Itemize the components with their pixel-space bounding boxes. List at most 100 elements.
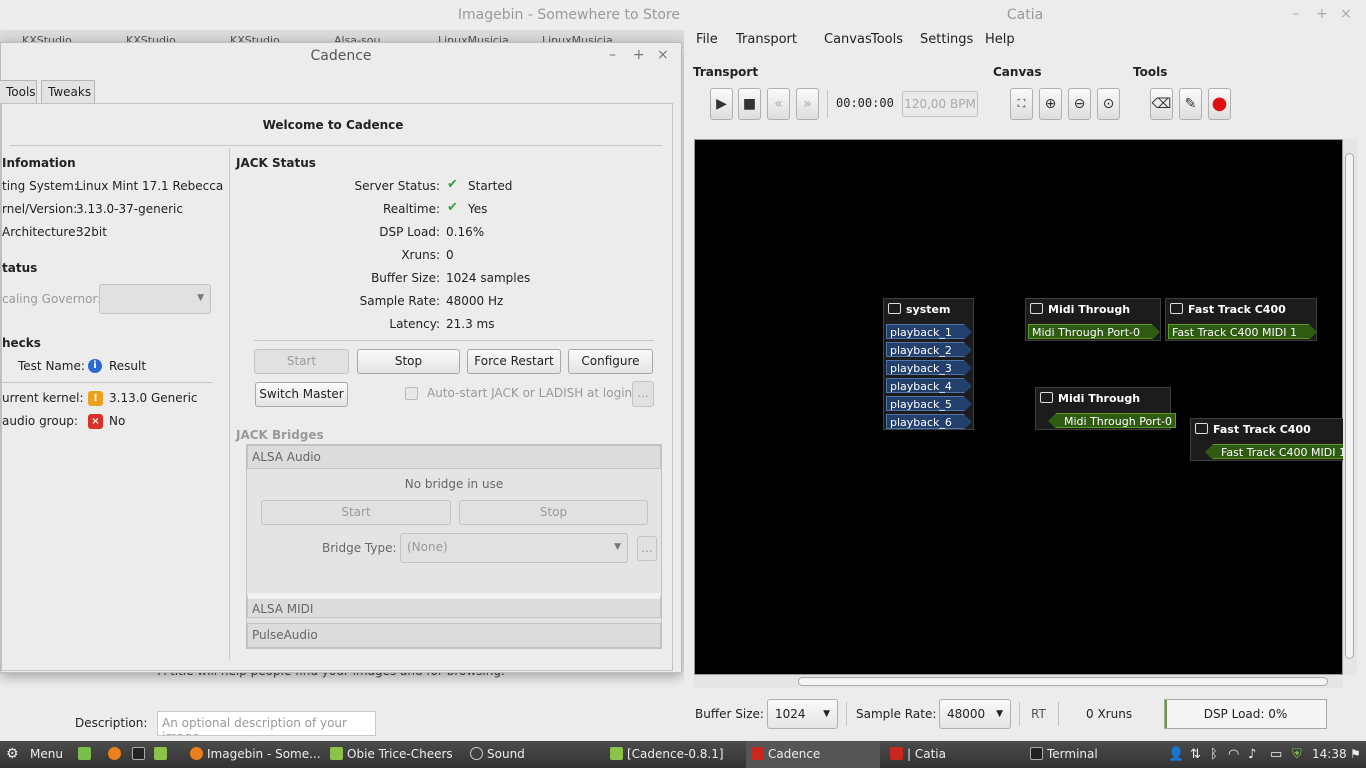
node-system[interactable]: system playback_1 playback_2 playback_3 … [883, 298, 974, 430]
separator [846, 702, 847, 726]
play-icon[interactable]: ▶ [710, 88, 733, 120]
menu-tools[interactable]: Tools [871, 31, 903, 49]
chevron-down-icon: ▼ [197, 293, 204, 303]
horizontal-scrollbar[interactable] [694, 675, 1343, 688]
maximize-icon[interactable]: + [633, 47, 645, 63]
sample-rate-select[interactable]: 48000 ▼ [939, 699, 1011, 729]
port-playback[interactable]: playback_6 [886, 414, 972, 430]
wifi-icon[interactable]: ◠ [1228, 741, 1239, 768]
taskbar-item[interactable]: Obie Trice-Cheers [330, 741, 460, 768]
scroll-thumb[interactable] [798, 677, 1328, 686]
bridge-type-select[interactable]: (None) ▼ [400, 533, 628, 563]
start-menu-button[interactable]: Menu [30, 741, 63, 768]
node-fast-track-in[interactable]: Fast Track C400 Fast Track C400 MIDI 1 [1190, 418, 1350, 461]
audio-node-icon [888, 303, 901, 314]
node-midi-through-out[interactable]: Midi Through Midi Through Port-0 [1025, 298, 1161, 341]
jack-status-heading: JACK Status [236, 156, 316, 170]
bridge-more-button[interactable]: ... [637, 536, 657, 561]
rewind-icon[interactable]: « [767, 88, 790, 120]
error-icon: × [88, 414, 103, 429]
dsp-load-bar: DSP Load: 0% [1164, 699, 1327, 729]
node-fast-track-out[interactable]: Fast Track C400 Fast Track C400 MIDI 1 [1165, 298, 1317, 341]
taskbar-item[interactable]: Imagebin - Some... [190, 741, 320, 768]
bridge-stop-button[interactable]: Stop [459, 500, 648, 525]
switch-master-button[interactable]: Switch Master [255, 382, 348, 407]
vertical-scrollbar[interactable] [1343, 139, 1357, 675]
node-midi-through-in[interactable]: Midi Through Midi Through Port-0 [1035, 387, 1176, 430]
description-input[interactable]: An optional description of your image [157, 711, 376, 736]
node-title: Fast Track C400 [1188, 303, 1286, 316]
user-icon[interactable]: 👤 [1168, 741, 1184, 768]
buffer-size-select[interactable]: 1024 ▼ [767, 699, 838, 729]
terminal-icon[interactable] [132, 741, 149, 768]
buffer-size-label: Buffer Size: [371, 271, 440, 285]
bridge-start-button[interactable]: Start [261, 500, 451, 525]
menu-file[interactable]: File [696, 31, 718, 49]
zoom-reset-icon[interactable]: ⊙ [1097, 88, 1120, 120]
taskbar-item[interactable]: Sound [470, 741, 600, 768]
checkmark-icon: ✔ [447, 177, 458, 192]
tab-tweaks[interactable]: Tweaks [41, 80, 95, 104]
minimize-icon[interactable]: – [609, 47, 616, 63]
menu-help[interactable]: Help [985, 31, 1015, 49]
taskbar-item[interactable]: [Cadence-0.8.1] [610, 741, 740, 768]
port-midi-out[interactable]: Fast Track C400 MIDI 1 [1168, 324, 1317, 340]
scroll-thumb[interactable] [1345, 153, 1354, 659]
gear-icon[interactable]: ⚙ [6, 741, 19, 768]
jack-stop-button[interactable]: Stop [357, 349, 460, 374]
zoom-in-icon[interactable]: ⊕ [1039, 88, 1062, 120]
zoom-fit-icon[interactable]: ⛶ [1010, 88, 1033, 120]
port-midi-in[interactable]: Midi Through Port-0 [1048, 413, 1176, 429]
taskbar-item-active[interactable]: Cadence [746, 741, 880, 768]
port-playback[interactable]: playback_2 [886, 342, 972, 358]
close-icon[interactable]: × [657, 47, 669, 63]
taskbar-item-label: Terminal [1047, 747, 1098, 761]
minimize-icon[interactable]: – [1292, 6, 1299, 22]
menu-canvas[interactable]: Canvas [824, 31, 872, 49]
firefox-icon[interactable] [108, 741, 125, 768]
taskbar-item[interactable]: | Catia [890, 741, 1020, 768]
configure-button[interactable]: Configure [568, 349, 653, 374]
notification-icon[interactable]: ⚑ [1350, 741, 1361, 768]
stop-icon[interactable]: ■ [738, 88, 761, 120]
bpm-field[interactable]: 120,00 BPM [902, 91, 978, 117]
midi-node-icon [1195, 423, 1208, 434]
autostart-more-button[interactable]: ... [632, 381, 654, 407]
autostart-checkbox[interactable] [405, 387, 418, 400]
menu-settings[interactable]: Settings [920, 31, 973, 49]
port-playback[interactable]: playback_4 [886, 378, 972, 394]
port-midi-in[interactable]: Fast Track C400 MIDI 1 [1205, 444, 1350, 460]
network-icon[interactable]: ⇅ [1190, 741, 1201, 768]
system-info-heading: Infomation [2, 156, 76, 170]
scaling-governor-select[interactable]: ▼ [99, 284, 211, 314]
record-icon[interactable]: ● [1208, 88, 1231, 120]
alsa-midi-section[interactable]: ALSA MIDI [247, 593, 661, 618]
clear-xruns-icon[interactable]: ⌫ [1150, 88, 1173, 120]
port-midi-out[interactable]: Midi Through Port-0 [1028, 324, 1160, 340]
folder-icon[interactable] [154, 741, 171, 768]
close-icon[interactable]: × [1340, 6, 1352, 22]
zoom-out-icon[interactable]: ⊖ [1068, 88, 1091, 120]
pulseaudio-section[interactable]: PulseAudio [247, 623, 661, 648]
shield-icon[interactable]: ⛨ [1292, 741, 1302, 768]
alsa-audio-section[interactable]: ALSA Audio [247, 445, 661, 469]
divider [2, 382, 212, 383]
maximize-icon[interactable]: + [1316, 6, 1328, 22]
fast-forward-icon[interactable]: » [796, 88, 819, 120]
port-playback[interactable]: playback_3 [886, 360, 972, 376]
patchbay-canvas[interactable]: system playback_1 playback_2 playback_3 … [694, 139, 1350, 675]
volume-icon[interactable]: ♪ [1248, 741, 1256, 768]
configure-icon[interactable]: ✎ [1179, 88, 1202, 120]
info-label: ting System: [2, 179, 78, 193]
port-playback[interactable]: playback_1 [886, 324, 972, 340]
clock[interactable]: 14:38 [1312, 741, 1347, 768]
tab-tools[interactable]: Tools [0, 80, 37, 104]
taskbar-item[interactable]: Terminal [1030, 741, 1154, 768]
show-desktop-icon[interactable] [78, 741, 95, 768]
jack-start-button[interactable]: Start [254, 349, 349, 374]
battery-icon[interactable]: ▭ [1270, 741, 1282, 768]
force-restart-button[interactable]: Force Restart [467, 349, 561, 374]
bluetooth-icon[interactable]: ᛒ [1210, 741, 1218, 768]
port-playback[interactable]: playback_5 [886, 396, 972, 412]
menu-transport[interactable]: Transport [736, 31, 797, 49]
